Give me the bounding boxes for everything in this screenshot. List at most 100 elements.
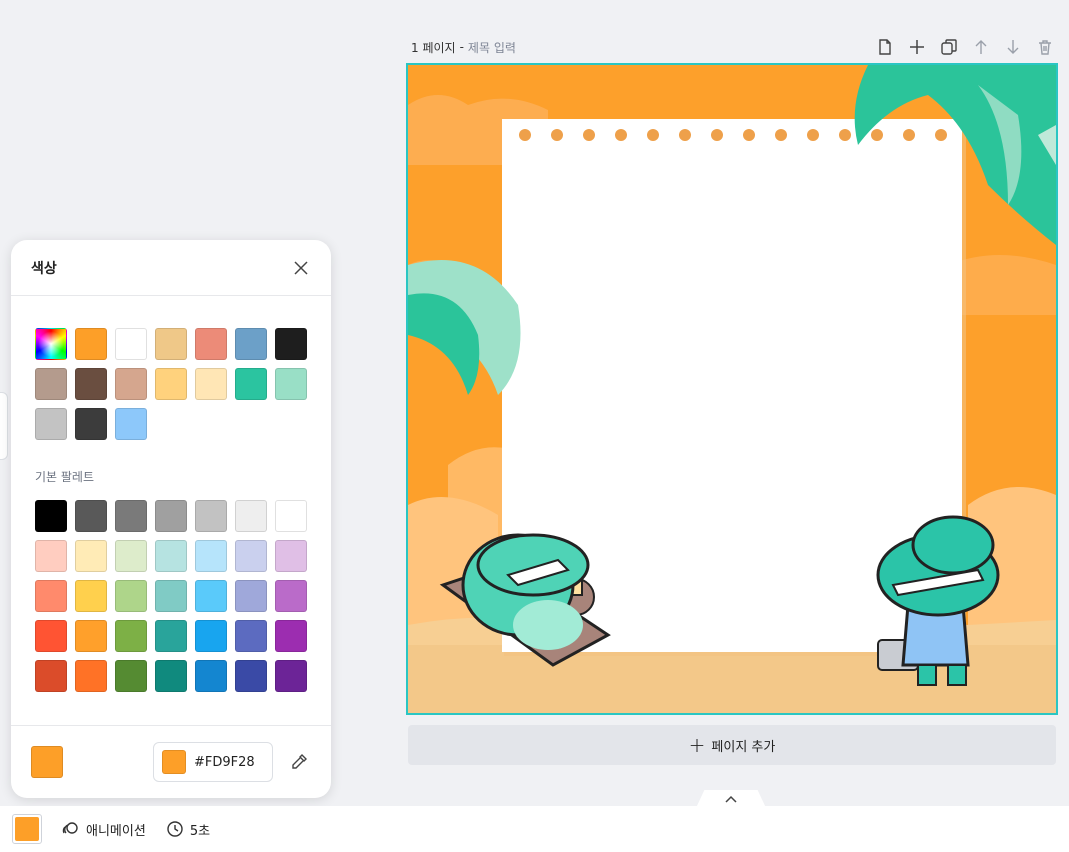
color-swatch[interactable] — [35, 368, 67, 400]
color-swatch[interactable] — [115, 620, 147, 652]
color-swatch[interactable] — [155, 500, 187, 532]
color-swatch[interactable] — [195, 660, 227, 692]
add-page-button[interactable]: + 페이지 추가 — [408, 725, 1056, 765]
color-swatch[interactable] — [195, 540, 227, 572]
current-color-swatch[interactable] — [31, 746, 63, 778]
color-swatch[interactable] — [155, 580, 187, 612]
close-button[interactable] — [291, 258, 311, 278]
title-separator: - — [459, 40, 464, 54]
color-swatch[interactable] — [155, 540, 187, 572]
color-swatch[interactable] — [235, 500, 267, 532]
color-swatch[interactable] — [155, 620, 187, 652]
arrow-down-icon — [1007, 40, 1019, 54]
color-panel-footer — [11, 725, 331, 798]
new-page-button[interactable] — [874, 36, 896, 58]
color-swatch[interactable] — [115, 408, 147, 440]
color-swatch[interactable] — [275, 328, 307, 360]
page-toolbar — [874, 36, 1056, 58]
color-swatch[interactable] — [155, 368, 187, 400]
color-swatch[interactable] — [35, 500, 67, 532]
add-page-label: 페이지 추가 — [711, 739, 776, 755]
timer-icon — [167, 821, 183, 837]
color-swatch[interactable] — [75, 408, 107, 440]
duration-label: 5초 — [189, 823, 211, 839]
color-swatch[interactable] — [195, 580, 227, 612]
hex-input[interactable] — [194, 754, 264, 770]
color-swatch[interactable] — [195, 368, 227, 400]
color-swatch[interactable] — [115, 500, 147, 532]
hex-color-field[interactable] — [153, 742, 273, 782]
plus-icon — [910, 40, 924, 54]
color-swatch[interactable] — [35, 660, 67, 692]
color-swatch[interactable] — [115, 580, 147, 612]
eyedropper-icon — [292, 754, 307, 769]
color-swatch[interactable] — [75, 328, 107, 360]
color-swatch[interactable] — [235, 620, 267, 652]
color-swatch[interactable] — [35, 580, 67, 612]
color-swatch[interactable] — [275, 540, 307, 572]
basic-palette-grid — [35, 500, 307, 692]
move-down-button[interactable] — [1002, 36, 1024, 58]
color-panel-header: 색상 — [11, 240, 331, 296]
eyedropper-button[interactable] — [287, 750, 311, 774]
bottom-bar: 애니메이션 5초 — [0, 806, 1069, 852]
color-panel: 색상 기본 팔레트 — [11, 240, 331, 798]
color-swatch[interactable] — [115, 368, 147, 400]
copy-icon — [941, 39, 957, 55]
document-colors-grid — [35, 328, 307, 440]
color-swatch[interactable] — [155, 660, 187, 692]
animation-label: 애니메이션 — [86, 823, 146, 839]
animation-icon — [62, 822, 78, 834]
color-swatch[interactable] — [235, 540, 267, 572]
color-swatch[interactable] — [35, 620, 67, 652]
hex-color-preview — [162, 750, 186, 774]
color-swatch[interactable] — [155, 328, 187, 360]
color-swatch[interactable] — [235, 328, 267, 360]
color-swatch[interactable] — [75, 660, 107, 692]
color-swatch[interactable] — [35, 408, 67, 440]
color-swatch[interactable] — [75, 580, 107, 612]
color-swatch[interactable] — [275, 580, 307, 612]
color-swatch[interactable] — [35, 540, 67, 572]
color-swatch[interactable] — [195, 500, 227, 532]
page-icon — [879, 39, 891, 55]
color-swatch[interactable] — [235, 580, 267, 612]
color-swatch[interactable] — [275, 368, 307, 400]
duplicate-page-button[interactable] — [938, 36, 960, 58]
color-swatch[interactable] — [195, 328, 227, 360]
color-swatch[interactable] — [75, 620, 107, 652]
color-swatch[interactable] — [275, 660, 307, 692]
palette-label: 기본 팔레트 — [35, 470, 95, 484]
color-swatch[interactable] — [115, 328, 147, 360]
color-swatch[interactable] — [275, 500, 307, 532]
canvas-artwork — [408, 65, 1056, 713]
plus-icon: + — [688, 733, 706, 757]
background-color-swatch — [15, 817, 39, 841]
arrow-up-icon — [975, 40, 987, 54]
page-number-label: 1 페이지 — [411, 40, 456, 55]
color-swatch[interactable] — [235, 368, 267, 400]
page-title-input[interactable]: 제목 입력 — [468, 39, 516, 56]
color-swatch[interactable] — [275, 620, 307, 652]
delete-page-button[interactable] — [1034, 36, 1056, 58]
close-icon — [294, 260, 308, 275]
color-swatch[interactable] — [235, 660, 267, 692]
chevron-up-icon — [725, 795, 737, 803]
color-panel-title: 색상 — [31, 260, 57, 277]
design-canvas[interactable] — [406, 63, 1058, 715]
move-up-button[interactable] — [970, 36, 992, 58]
color-swatch[interactable] — [115, 660, 147, 692]
color-swatch[interactable] — [195, 620, 227, 652]
animation-button[interactable]: 애니메이션 — [62, 820, 146, 839]
trash-icon — [1039, 40, 1051, 55]
color-swatch[interactable] — [75, 368, 107, 400]
color-swatch[interactable] — [115, 540, 147, 572]
color-swatch[interactable] — [75, 540, 107, 572]
duration-button[interactable]: 5초 — [166, 820, 210, 839]
add-element-button[interactable] — [906, 36, 928, 58]
background-color-button[interactable] — [12, 814, 42, 844]
color-swatch[interactable] — [75, 500, 107, 532]
page-title[interactable]: 1 페이지 - 제목 입력 — [411, 39, 516, 56]
custom-color-picker-swatch[interactable] — [35, 328, 67, 360]
side-panel-handle[interactable] — [0, 392, 8, 460]
